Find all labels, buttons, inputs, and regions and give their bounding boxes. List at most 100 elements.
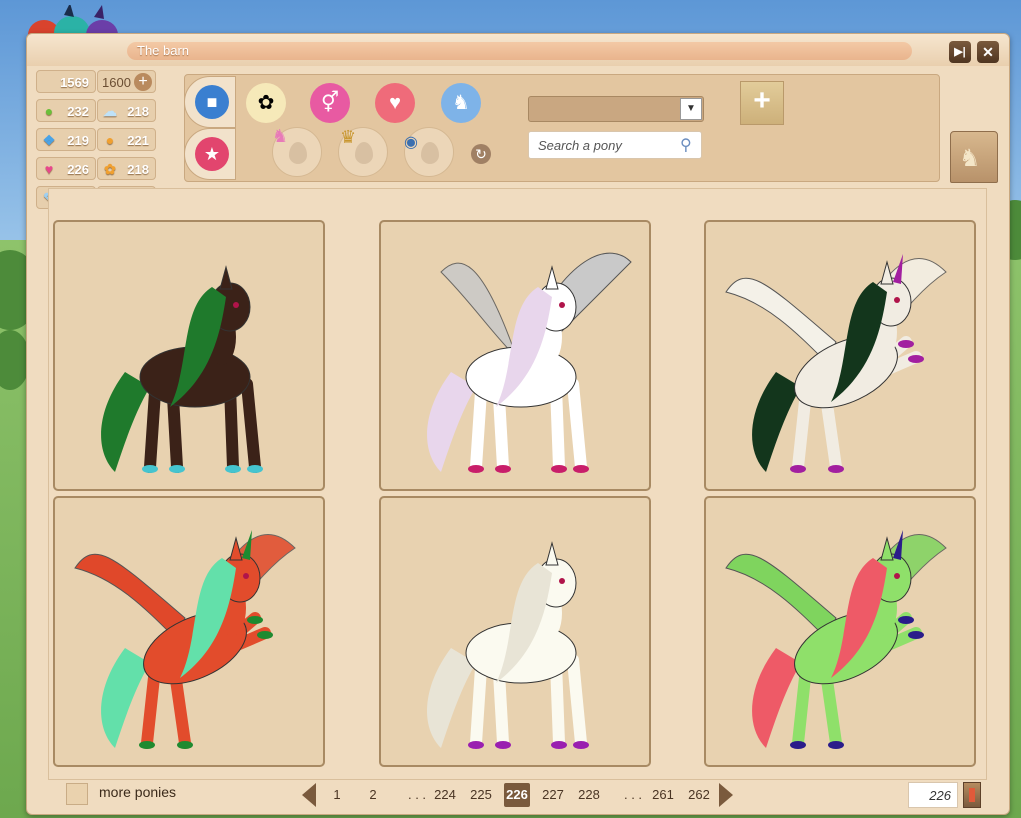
- next-page-arrow-icon[interactable]: [719, 783, 733, 807]
- pony-transfer-folder-icon[interactable]: ♞: [950, 131, 998, 183]
- pony-card[interactable]: [379, 496, 651, 767]
- pony-image: [101, 265, 263, 473]
- hoof: [495, 465, 511, 473]
- page-link[interactable]: 226: [504, 783, 530, 807]
- eye: [243, 573, 249, 579]
- window-title: The barn: [137, 43, 190, 58]
- stat-speed: ● 221: [97, 128, 156, 151]
- bun-icon: ●: [105, 132, 115, 148]
- stat-value: 219: [67, 133, 89, 148]
- chevron-down-icon[interactable]: ▼: [680, 98, 702, 120]
- cloud-icon: ☁: [103, 103, 117, 119]
- tab-favorites[interactable]: ★: [184, 128, 236, 180]
- hoof: [828, 741, 844, 749]
- page-link[interactable]: 227: [540, 783, 566, 807]
- plus-icon[interactable]: +: [134, 73, 152, 91]
- leg: [567, 654, 587, 749]
- pony-image: [725, 254, 947, 473]
- filter-colors-icon[interactable]: ✿: [246, 83, 286, 123]
- pony-card[interactable]: [53, 220, 325, 491]
- eye: [233, 302, 239, 308]
- leg: [567, 378, 587, 473]
- leg: [144, 386, 161, 473]
- filter-gender-icon[interactable]: ⚥: [310, 83, 350, 123]
- page-ellipsis: . . .: [623, 787, 643, 802]
- hoof: [898, 616, 914, 624]
- go-page-button[interactable]: [963, 782, 981, 808]
- filter-love-icon[interactable]: ♥: [375, 83, 415, 123]
- page-link[interactable]: 228: [576, 783, 602, 807]
- trophy-icon: ♛: [340, 127, 357, 147]
- hoof: [790, 741, 806, 749]
- stat-moral: ❖ 219: [36, 128, 96, 151]
- hoof: [177, 741, 193, 749]
- page-jump-input[interactable]: [908, 782, 958, 808]
- ear: [219, 265, 233, 290]
- close-button[interactable]: ✕: [977, 41, 999, 63]
- collapse-button[interactable]: ▶|: [949, 41, 971, 63]
- page-link[interactable]: 224: [432, 783, 458, 807]
- page-link[interactable]: 262: [686, 783, 712, 807]
- hoof: [908, 631, 924, 639]
- ear: [545, 265, 559, 290]
- hoof: [169, 465, 185, 473]
- eye: [559, 578, 565, 584]
- page-link[interactable]: 1: [324, 783, 350, 807]
- title-pill: [127, 42, 912, 60]
- drop-icon: [289, 142, 307, 164]
- add-button[interactable]: +: [740, 81, 784, 125]
- hoof: [573, 741, 589, 749]
- water-drop-icon: ❖: [42, 132, 56, 148]
- heart-icon: ♥: [44, 161, 54, 177]
- stat-pass: 1600 +: [97, 70, 156, 93]
- eye: [559, 302, 565, 308]
- paw-icon: ✿: [104, 161, 116, 177]
- sort-dropdown[interactable]: ▼: [528, 96, 704, 122]
- hoof: [828, 465, 844, 473]
- stat-health: ☁ 218: [97, 99, 156, 122]
- drop-icon: [355, 142, 373, 164]
- wing: [725, 277, 837, 363]
- hoof: [468, 741, 484, 749]
- leg: [470, 386, 487, 473]
- page-link[interactable]: 225: [468, 783, 494, 807]
- more-ponies-checkbox[interactable]: [66, 783, 88, 805]
- page-ellipsis: . . .: [407, 787, 427, 802]
- page-link[interactable]: 2: [360, 783, 386, 807]
- hoof: [257, 631, 273, 639]
- stat-value: 226: [67, 162, 89, 177]
- more-ponies-label: more ponies: [99, 784, 177, 800]
- pony-image: [427, 541, 589, 749]
- star-icon: ★: [195, 137, 229, 171]
- page-link[interactable]: 261: [650, 783, 676, 807]
- stat-value: 232: [67, 104, 89, 119]
- eye: [894, 297, 900, 303]
- reset-filter-icon[interactable]: ↻: [471, 144, 491, 164]
- hoof: [908, 355, 924, 363]
- pony-card[interactable]: [53, 496, 325, 767]
- stat-value: 218: [127, 162, 149, 177]
- pony-arrow-icon: ♞: [959, 145, 981, 172]
- search-input[interactable]: [528, 131, 702, 159]
- hoof: [573, 465, 589, 473]
- hoof: [247, 616, 263, 624]
- filter-breed-icon[interactable]: ♞: [441, 83, 481, 123]
- eye: [894, 573, 900, 579]
- hoof: [225, 465, 241, 473]
- pony-card[interactable]: [704, 496, 976, 767]
- hoof: [790, 465, 806, 473]
- stat-skills: ✿ 218: [97, 157, 156, 180]
- hoof: [898, 340, 914, 348]
- apple-icon: ●: [44, 103, 54, 119]
- search-icon[interactable]: ⚲: [680, 135, 692, 155]
- pony-card[interactable]: [379, 220, 651, 491]
- wing: [725, 553, 837, 639]
- titlebar[interactable]: The barn ▶| ✕: [27, 34, 1009, 66]
- pony-card[interactable]: [704, 220, 976, 491]
- hoof: [495, 741, 511, 749]
- folder-icon: ■: [195, 85, 229, 119]
- prev-page-arrow-icon[interactable]: [302, 783, 316, 807]
- leg: [493, 667, 509, 749]
- stat-value: 1600: [102, 75, 131, 90]
- tab-folder[interactable]: ■: [184, 76, 236, 128]
